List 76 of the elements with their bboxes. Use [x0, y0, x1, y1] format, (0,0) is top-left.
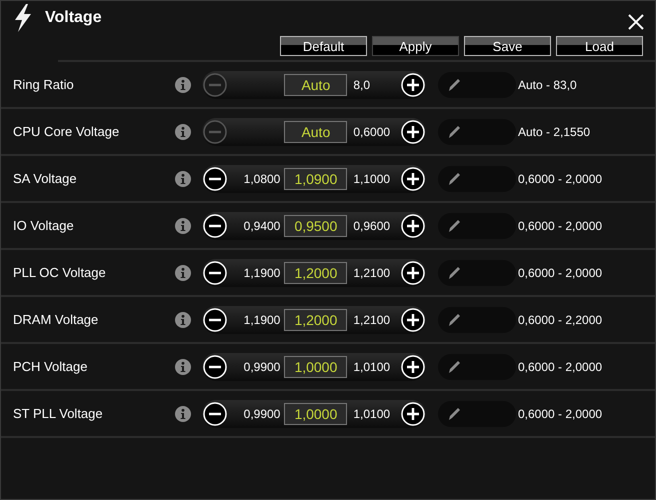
value-field[interactable]: 1,0900: [284, 168, 348, 190]
value-field[interactable]: 1,0000: [284, 402, 348, 424]
setting-label: SA Voltage: [13, 171, 78, 186]
setting-label: CPU Core Voltage: [13, 124, 120, 139]
increase-button[interactable]: [400, 72, 425, 96]
upper-value: 0,9600: [352, 218, 392, 232]
pencil-icon: [446, 358, 462, 374]
upper-value: 1,1000: [352, 172, 392, 186]
window-title: Voltage: [45, 9, 103, 27]
toolbar-button[interactable]: Load: [556, 36, 643, 56]
setting-label: Ring Ratio: [13, 77, 75, 92]
upper-value: 1,0100: [352, 406, 392, 420]
lower-value: 1,1900: [242, 312, 282, 326]
increase-button[interactable]: [400, 120, 425, 144]
pencil-icon: [446, 406, 462, 422]
upper-value: 8,0: [352, 78, 372, 92]
info-icon[interactable]: [175, 124, 191, 140]
value-field[interactable]: 0,9500: [284, 214, 348, 236]
input-field[interactable]: [438, 260, 516, 286]
pencil-icon: [446, 124, 462, 140]
value-field[interactable]: 1,2000: [284, 308, 348, 330]
pencil-icon: [446, 218, 462, 234]
increase-button[interactable]: [400, 308, 425, 332]
info-icon[interactable]: [175, 406, 191, 422]
increase-button[interactable]: [400, 402, 425, 426]
setting-label: DRAM Voltage: [13, 312, 100, 327]
input-field[interactable]: [438, 212, 516, 238]
input-field[interactable]: [438, 400, 516, 426]
lower-value: 0,9400: [242, 218, 282, 232]
increase-button[interactable]: [400, 214, 425, 238]
input-field[interactable]: [438, 354, 516, 380]
range-text: Auto - 83,0: [518, 78, 577, 92]
info-icon[interactable]: [175, 312, 191, 328]
info-icon[interactable]: [175, 358, 191, 374]
info-icon[interactable]: [175, 170, 191, 186]
upper-value: 1,0100: [352, 360, 392, 374]
close-icon[interactable]: [627, 13, 645, 31]
setting-label: ST PLL Voltage: [13, 406, 104, 421]
info-icon[interactable]: [175, 264, 191, 280]
pencil-icon: [446, 264, 462, 280]
range-text: 0,6000 - 2,0000: [518, 266, 602, 280]
input-field[interactable]: [438, 118, 516, 144]
upper-value: 1,2100: [352, 266, 392, 280]
range-text: 0,6000 - 2,2000: [518, 312, 602, 326]
value-field[interactable]: 1,0000: [284, 356, 348, 378]
lower-value: 0,9900: [242, 406, 282, 420]
pencil-icon: [446, 170, 462, 186]
toolbar-button[interactable]: Apply: [372, 36, 459, 56]
toolbar-button[interactable]: Default: [280, 36, 367, 56]
info-icon[interactable]: [175, 76, 191, 92]
increase-button[interactable]: [400, 354, 425, 378]
lower-value: 1,1900: [242, 266, 282, 280]
lower-value: 0,9900: [242, 360, 282, 374]
increase-button[interactable]: [400, 166, 425, 190]
setting-label: PLL OC Voltage: [13, 265, 107, 280]
info-icon[interactable]: [175, 218, 191, 234]
range-text: 0,6000 - 2,0000: [518, 360, 602, 374]
value-field[interactable]: 1,2000: [284, 262, 348, 284]
pencil-icon: [446, 312, 462, 328]
input-field[interactable]: [438, 166, 516, 192]
value-field[interactable]: Auto: [284, 120, 348, 142]
setting-label: IO Voltage: [13, 218, 75, 233]
range-text: 0,6000 - 2,0000: [518, 172, 602, 186]
range-text: Auto - 2,1550: [518, 124, 590, 138]
upper-value: 0,6000: [352, 124, 392, 138]
pencil-icon: [446, 76, 462, 92]
lower-value: 1,0800: [242, 172, 282, 186]
toolbar-button[interactable]: Save: [464, 36, 551, 56]
range-text: 0,6000 - 2,0000: [518, 218, 602, 232]
value-field[interactable]: Auto: [284, 74, 348, 96]
input-field[interactable]: [438, 72, 516, 98]
range-text: 0,6000 - 2,0000: [518, 406, 602, 420]
upper-value: 1,2100: [352, 312, 392, 326]
input-field[interactable]: [438, 306, 516, 332]
setting-label: PCH Voltage: [13, 359, 88, 374]
increase-button[interactable]: [400, 260, 425, 284]
